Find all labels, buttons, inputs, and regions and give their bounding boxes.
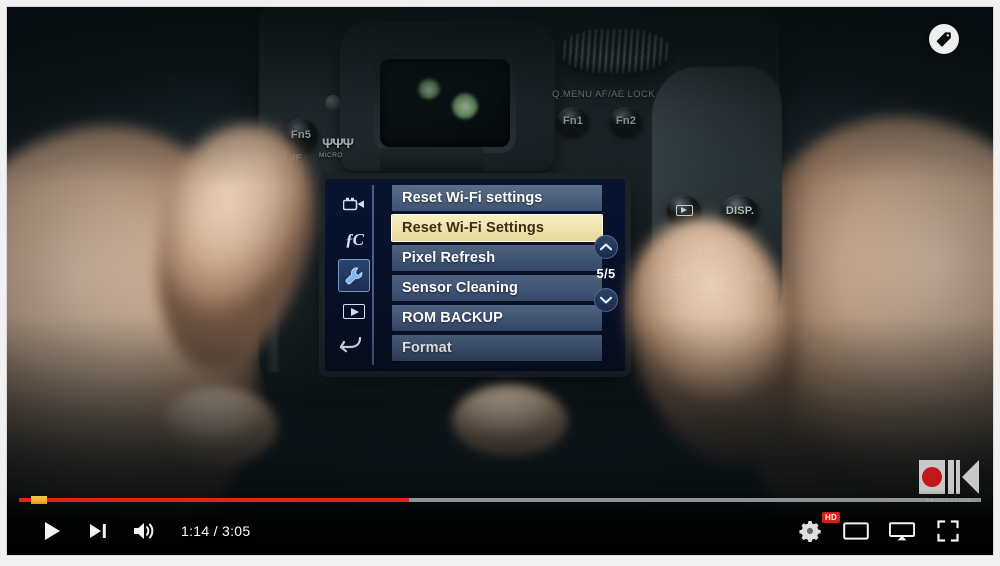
info-card-icon[interactable] [929, 24, 959, 54]
settings-button[interactable]: HD [787, 508, 840, 554]
controls-row: 1:14 / 3:05 HD [7, 506, 993, 556]
gear-icon [799, 521, 821, 542]
page-frame-bottom [0, 556, 1000, 566]
controls-right-group: HD [787, 508, 993, 554]
page-frame-left [0, 0, 6, 566]
fullscreen-button[interactable] [925, 508, 971, 554]
chapter-marker[interactable] [30, 496, 47, 504]
player-controls-bar[interactable]: 1:14 / 3:05 HD [7, 490, 993, 556]
controls-left-group: 1:14 / 3:05 [7, 508, 260, 554]
progress-bar[interactable] [19, 496, 981, 504]
video-player[interactable]: Fn5 LVF ΨΨΨ MICRO Q.MENU Fn1 AF/AE LOCK … [0, 0, 1000, 566]
volume-button[interactable] [121, 508, 167, 554]
page-frame-top [0, 0, 1000, 6]
theater-mode-button[interactable] [833, 508, 879, 554]
video-stage[interactable]: Fn5 LVF ΨΨΨ MICRO Q.MENU Fn1 AF/AE LOCK … [7, 7, 993, 556]
cast-button[interactable] [879, 508, 925, 554]
top-shade [7, 7, 993, 187]
page-frame-right [994, 0, 1000, 566]
next-video-button[interactable] [75, 508, 121, 554]
time-display: 1:14 / 3:05 [181, 523, 251, 539]
play-button[interactable] [29, 508, 75, 554]
progress-played [19, 498, 409, 502]
